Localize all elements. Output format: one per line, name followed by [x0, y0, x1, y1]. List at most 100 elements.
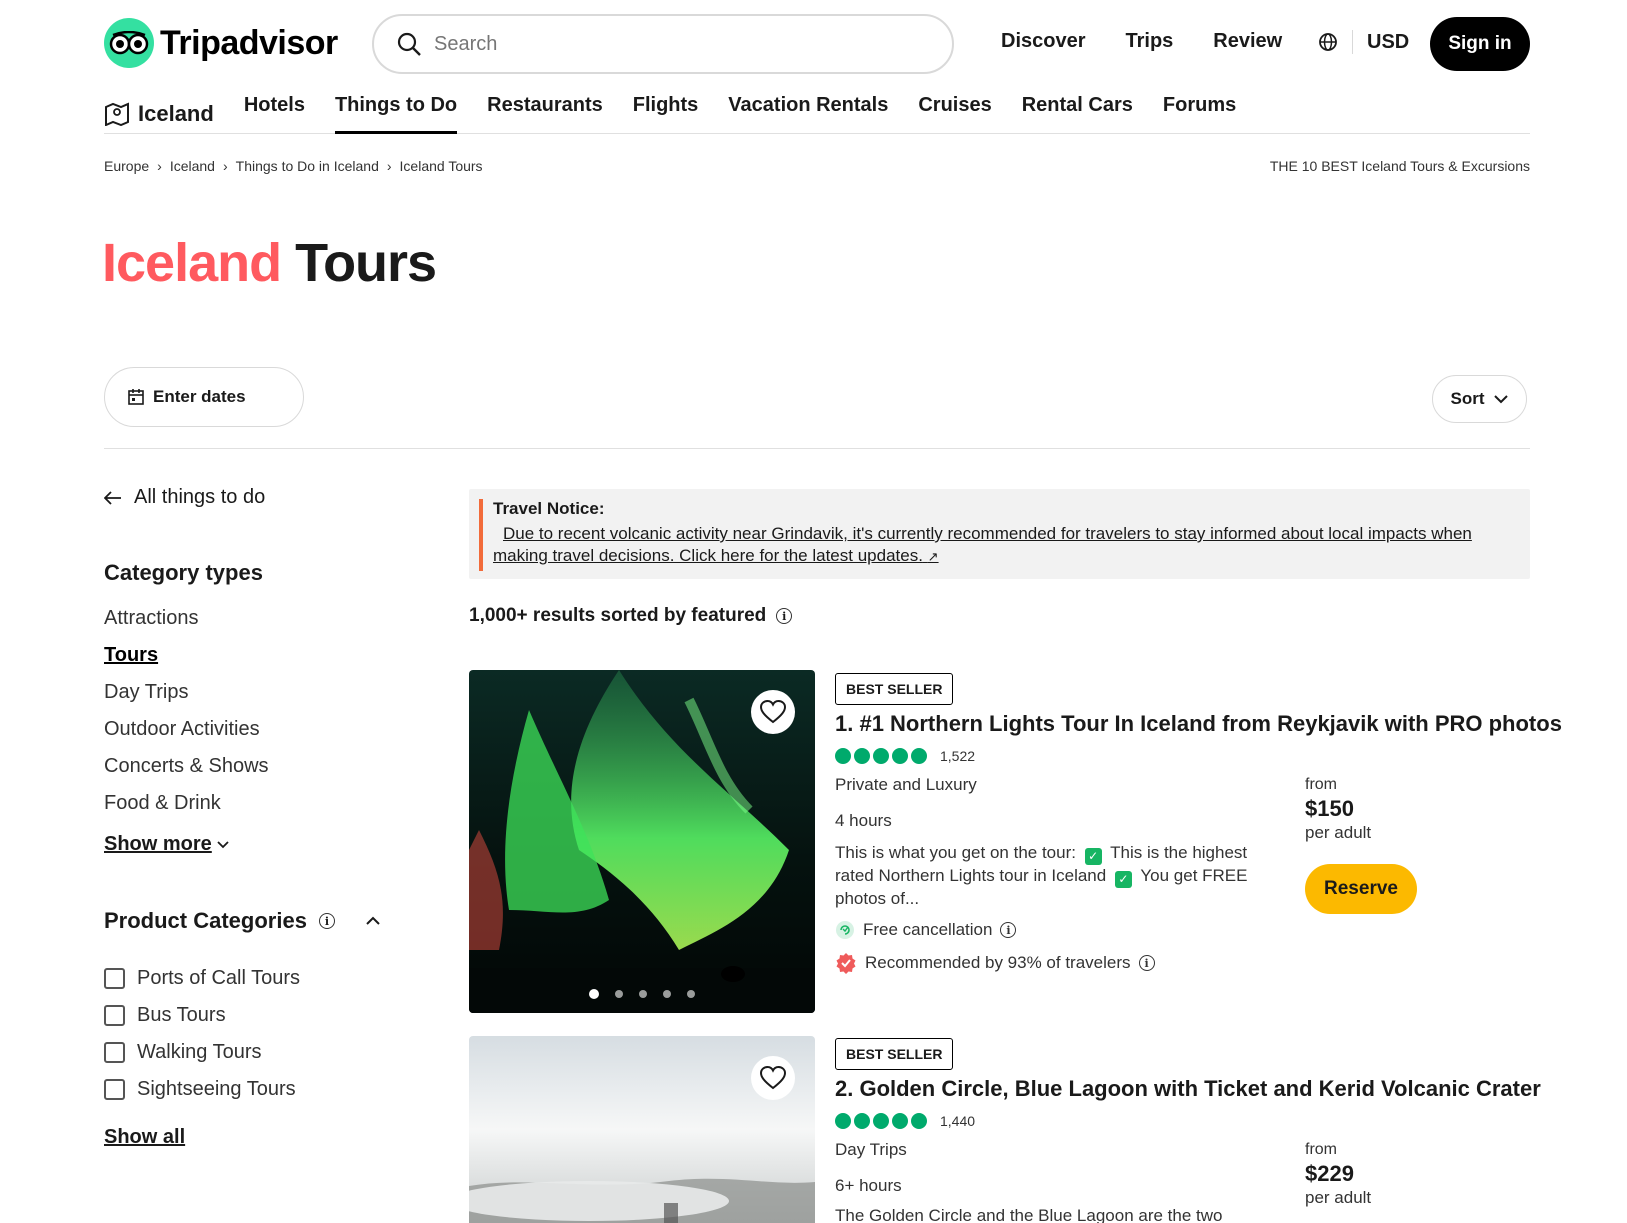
- category-tours[interactable]: Tours: [104, 644, 269, 681]
- notice-title: Travel Notice:: [493, 499, 605, 518]
- sign-in-button[interactable]: Sign in: [1430, 17, 1530, 71]
- checkmark-icon: ✓: [1084, 848, 1102, 865]
- listing-duration: 4 hours: [835, 811, 892, 830]
- listing-image[interactable]: [469, 670, 815, 1013]
- info-icon[interactable]: i: [318, 913, 335, 929]
- show-more-link[interactable]: Show more: [104, 833, 230, 856]
- search-icon: [397, 32, 421, 56]
- product-sightseeing-tours[interactable]: Sightseeing Tours: [104, 1071, 300, 1108]
- currency-divider: [1352, 30, 1353, 54]
- rating-bubbles[interactable]: 1,440: [835, 1113, 975, 1129]
- product-walking-tours[interactable]: Walking Tours: [104, 1034, 300, 1071]
- product-label: Sightseeing Tours: [137, 1078, 296, 1100]
- review-count: 1,440: [940, 1113, 976, 1129]
- save-heart-button[interactable]: [751, 690, 795, 734]
- enter-dates-button[interactable]: Enter dates: [104, 367, 304, 427]
- carousel-dots[interactable]: [469, 989, 815, 999]
- reserve-button[interactable]: Reserve: [1305, 864, 1417, 914]
- nav-cruises[interactable]: Cruises: [918, 88, 991, 134]
- best-seller-badge: BEST SELLER: [835, 673, 954, 705]
- heart-icon: [760, 700, 786, 724]
- category-day-trips[interactable]: Day Trips: [104, 681, 269, 718]
- recommended-note: Recommended by 93% of travelers i: [835, 952, 1155, 974]
- price-amount: $150: [1305, 796, 1354, 821]
- product-ports-of-call[interactable]: Ports of Call Tours: [104, 960, 300, 997]
- rating-bubble: [892, 748, 908, 764]
- info-icon[interactable]: i: [1000, 922, 1017, 938]
- listing-description: This is what you get on the tour: ✓ This…: [835, 842, 1275, 909]
- sort-label: Sort: [1450, 389, 1485, 408]
- rating-bubble: [911, 1113, 927, 1129]
- product-categories-header[interactable]: Product Categories i: [104, 908, 381, 934]
- nav-vacation-rentals[interactable]: Vacation Rentals: [728, 88, 888, 134]
- page-subtitle: THE 10 BEST Iceland Tours & Excursions: [1269, 158, 1530, 174]
- currency-selector[interactable]: USD: [1318, 30, 1409, 54]
- checkbox[interactable]: [104, 1042, 125, 1063]
- listing-title[interactable]: 2. Golden Circle, Blue Lagoon with Ticke…: [835, 1076, 1541, 1102]
- sort-button[interactable]: Sort: [1432, 375, 1527, 423]
- category-list: Attractions Tours Day Trips Outdoor Acti…: [104, 607, 269, 829]
- listing-title[interactable]: 1. #1 Northern Lights Tour In Iceland fr…: [835, 711, 1562, 737]
- enter-dates-label: Enter dates: [153, 387, 246, 406]
- product-category-list: Ports of Call Tours Bus Tours Walking To…: [104, 960, 300, 1108]
- owl-logo-icon: [104, 18, 154, 68]
- brand-name: Tripadvisor: [160, 23, 338, 62]
- carousel-dot[interactable]: [615, 990, 623, 998]
- rating-bubbles[interactable]: 1,522: [835, 748, 975, 764]
- nav-location-label: Iceland: [138, 101, 214, 126]
- breadcrumb-europe[interactable]: Europe: [104, 158, 149, 174]
- nav-location[interactable]: Iceland: [104, 88, 214, 134]
- listing-image[interactable]: [469, 1036, 815, 1223]
- category-food-drink[interactable]: Food & Drink: [104, 792, 269, 829]
- all-things-to-do-link[interactable]: All things to do: [104, 486, 265, 509]
- chevron-right-icon: ›: [222, 158, 228, 174]
- nav-hotels[interactable]: Hotels: [244, 88, 305, 134]
- results-summary: 1,000+ results sorted by featured i: [469, 605, 793, 627]
- breadcrumb-iceland[interactable]: Iceland: [170, 158, 215, 174]
- category-attractions[interactable]: Attractions: [104, 607, 269, 644]
- nav-discover[interactable]: Discover: [1001, 30, 1086, 53]
- nav-review[interactable]: Review: [1213, 30, 1282, 53]
- category-concerts-shows[interactable]: Concerts & Shows: [104, 755, 269, 792]
- checkbox[interactable]: [104, 1005, 125, 1026]
- breadcrumb-things-to-do[interactable]: Things to Do in Iceland: [236, 158, 379, 174]
- checkbox[interactable]: [104, 968, 125, 989]
- nav-forums[interactable]: Forums: [1163, 88, 1236, 134]
- nav-rental-cars[interactable]: Rental Cars: [1022, 88, 1133, 134]
- price-unit: per adult: [1305, 823, 1372, 842]
- best-seller-badge: BEST SELLER: [835, 1038, 954, 1070]
- nav-flights[interactable]: Flights: [633, 88, 699, 134]
- chevron-right-icon: ›: [386, 158, 392, 174]
- info-icon[interactable]: i: [776, 608, 793, 624]
- notice-link[interactable]: Due to recent volcanic activity near Gri…: [493, 523, 1513, 568]
- notice-body: Due to recent volcanic activity near Gri…: [493, 524, 1472, 565]
- nav-restaurants[interactable]: Restaurants: [487, 88, 603, 134]
- nav-things-to-do[interactable]: Things to Do: [334, 88, 458, 134]
- rating-bubble: [854, 1113, 870, 1129]
- breadcrumb-current: Iceland Tours: [399, 158, 483, 174]
- calendar-icon: [128, 389, 144, 405]
- nav-trips[interactable]: Trips: [1126, 30, 1174, 53]
- checkmark-icon: ✓: [1114, 871, 1132, 888]
- cancellation-icon: [836, 921, 854, 939]
- carousel-dot[interactable]: [639, 990, 647, 998]
- rating-bubble: [911, 748, 927, 764]
- tripadvisor-logo[interactable]: Tripadvisor: [104, 18, 338, 68]
- save-heart-button[interactable]: [751, 1056, 795, 1100]
- carousel-dot[interactable]: [687, 990, 695, 998]
- recommended-label: Recommended by 93% of travelers: [865, 953, 1131, 972]
- product-label: Ports of Call Tours: [137, 967, 301, 989]
- show-all-link[interactable]: Show all: [104, 1126, 185, 1149]
- checkbox[interactable]: [104, 1079, 125, 1100]
- carousel-dot[interactable]: [589, 989, 599, 999]
- product-bus-tours[interactable]: Bus Tours: [104, 997, 300, 1034]
- chevron-up-icon[interactable]: [365, 916, 381, 926]
- rating-bubble: [854, 748, 870, 764]
- listing-category: Private and Luxury: [835, 775, 977, 794]
- info-icon[interactable]: i: [1138, 955, 1155, 971]
- carousel-dot[interactable]: [663, 990, 671, 998]
- page-title: Iceland Tours: [102, 232, 437, 294]
- category-outdoor-activities[interactable]: Outdoor Activities: [104, 718, 269, 755]
- category-nav: Iceland Hotels Things to Do Restaurants …: [104, 88, 1530, 134]
- search-input[interactable]: Search: [372, 14, 954, 74]
